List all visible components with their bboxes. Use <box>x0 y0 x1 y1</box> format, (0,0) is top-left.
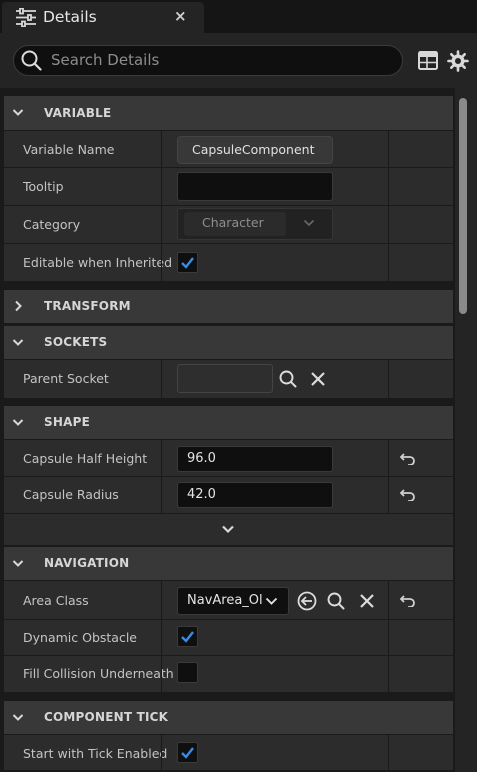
checkmark-icon <box>180 630 195 643</box>
chevron-down-icon <box>12 338 24 347</box>
column-separator[interactable] <box>161 440 162 513</box>
checkmark-icon <box>180 746 195 759</box>
property-label: Tooltip <box>23 179 64 194</box>
property-label: Area Class <box>23 593 89 608</box>
category-label: SOCKETS <box>44 335 108 349</box>
reset-icon[interactable] <box>400 452 416 465</box>
column-separator[interactable] <box>388 131 389 281</box>
area-class-value: NavArea_Ol <box>187 593 263 608</box>
column-separator[interactable] <box>388 735 389 772</box>
radius-value: 42.0 <box>187 487 216 502</box>
half-height-field[interactable]: 96.0 <box>177 446 333 472</box>
variable-name-field[interactable]: CapsuleComponent <box>177 136 333 164</box>
clear-icon[interactable] <box>359 593 375 609</box>
chevron-right-icon <box>14 300 23 312</box>
table-view-icon[interactable] <box>418 51 438 70</box>
settings-gear-icon[interactable] <box>447 50 469 72</box>
chevron-down-icon <box>12 108 24 117</box>
tab-title: Details <box>43 8 97 26</box>
category-label: COMPONENT TICK <box>44 710 169 724</box>
tab-close-button[interactable]: × <box>174 7 187 25</box>
parent-socket-field[interactable] <box>177 364 273 393</box>
category-label: NAVIGATION <box>44 556 130 570</box>
column-separator[interactable] <box>388 360 389 398</box>
checkmark-icon <box>180 256 195 269</box>
search-icon <box>21 50 42 71</box>
property-label: Parent Socket <box>23 371 109 386</box>
search-placeholder: Search Details <box>51 51 160 69</box>
column-separator[interactable] <box>161 131 162 281</box>
chevron-down-icon <box>12 418 24 427</box>
search-icon[interactable] <box>279 370 297 388</box>
property-label: Capsule Radius <box>23 487 119 502</box>
chevron-down-icon <box>12 713 24 722</box>
category-label: TRANSFORM <box>44 299 131 313</box>
chevron-down-icon <box>12 559 24 568</box>
radius-field[interactable]: 42.0 <box>177 482 333 508</box>
half-height-value: 96.0 <box>187 451 216 466</box>
chevron-down-icon <box>303 219 315 227</box>
details-tab-icon <box>15 8 37 27</box>
chevron-down-icon <box>265 597 278 606</box>
category-label: SHAPE <box>44 415 90 429</box>
fill-collision-checkbox[interactable] <box>177 662 198 683</box>
column-separator[interactable] <box>161 581 162 692</box>
browse-search-icon[interactable] <box>327 592 345 610</box>
property-label: Category <box>23 217 81 232</box>
expand-advanced-icon[interactable] <box>221 525 235 534</box>
property-label: Dynamic Obstacle <box>23 630 137 645</box>
column-separator[interactable] <box>161 735 162 772</box>
scrollbar-thumb[interactable] <box>459 98 467 314</box>
column-separator[interactable] <box>161 360 162 398</box>
use-selected-icon[interactable] <box>297 591 317 611</box>
reset-icon[interactable] <box>400 594 416 607</box>
property-label: Capsule Half Height <box>23 451 148 466</box>
clear-icon[interactable] <box>310 371 326 387</box>
variable-name-value: CapsuleComponent <box>192 142 315 157</box>
property-label: Start with Tick Enabled <box>23 746 168 761</box>
property-label: Editable when Inherited <box>23 255 173 270</box>
column-separator[interactable] <box>388 440 389 513</box>
tooltip-field[interactable] <box>177 172 333 201</box>
column-separator[interactable] <box>388 581 389 692</box>
property-label: Variable Name <box>23 142 115 157</box>
property-label: Fill Collision Underneath <box>23 666 174 681</box>
category-value: Character <box>202 215 264 230</box>
category-label: VARIABLE <box>44 106 112 120</box>
reset-icon[interactable] <box>400 488 416 501</box>
